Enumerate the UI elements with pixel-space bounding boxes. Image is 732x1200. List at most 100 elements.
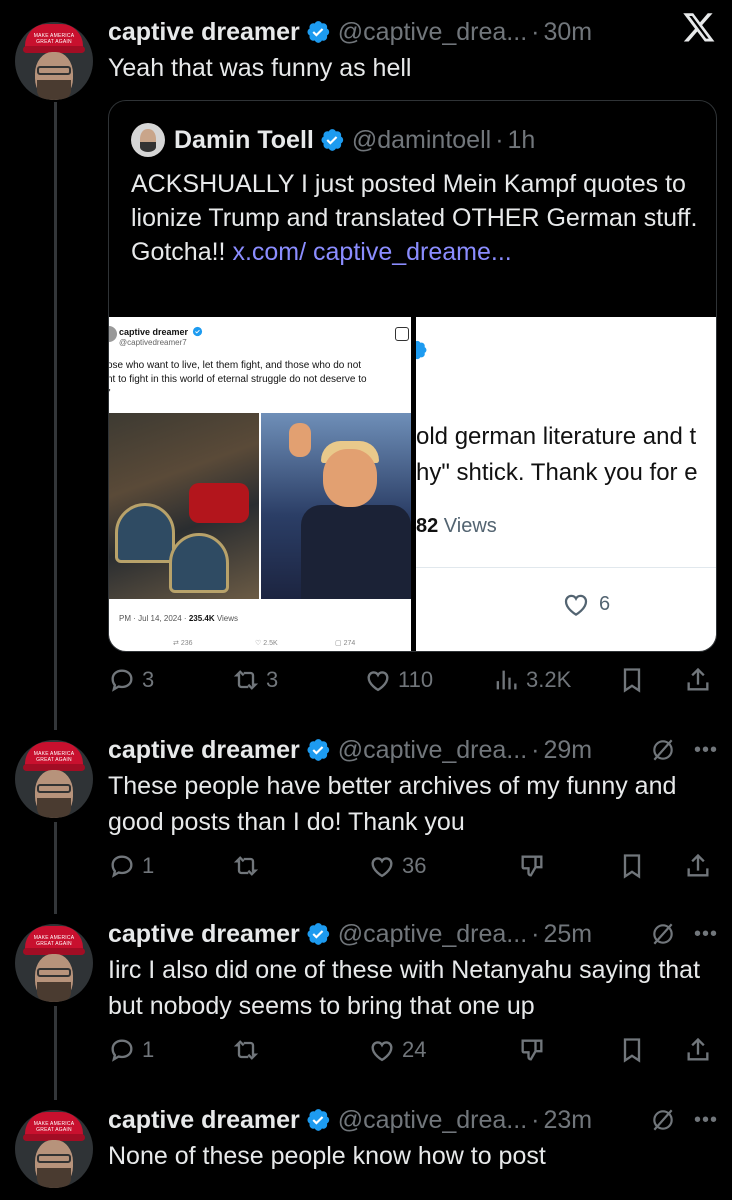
author-handle[interactable]: @captive_drea... (338, 920, 527, 949)
tweet-header: captive dreamer @captive_drea... · 29m •… (108, 735, 718, 765)
embedded-right-like: 6 (561, 589, 610, 619)
avatar[interactable]: MAKE AMERICA GREAT AGAIN (15, 740, 93, 818)
reply-count: 3 (142, 667, 155, 692)
photo-rally (261, 413, 411, 599)
downvote-button[interactable] (518, 850, 546, 882)
embedded-right-views-count: 82 (416, 515, 439, 537)
repost-count: 3 (266, 667, 279, 692)
timestamp[interactable]: 29m (543, 736, 592, 765)
quoted-tweet[interactable]: Damin Toell @damintoell · 1h ACKSHUALLY … (108, 100, 717, 652)
share-icon (687, 853, 709, 877)
tweet: captive dreamer @captive_drea... · 23m •… (108, 1104, 718, 1174)
views-button[interactable]: 3.2K (492, 664, 571, 696)
embedded-meta: PM · Jul 14, 2024 · 235.4K Views (119, 614, 238, 623)
tweet-text: None of these people know how to post (108, 1142, 546, 1170)
more-icon[interactable]: ••• (694, 739, 718, 762)
embedded-meta-time: PM · Jul 14, 2024 · (119, 614, 189, 623)
like-count: 110 (398, 667, 434, 692)
action-bar: 1 36 (108, 850, 718, 882)
downvote-button[interactable] (518, 1034, 546, 1066)
divider (416, 567, 716, 568)
author-name[interactable]: captive dreamer (108, 736, 300, 765)
embedded-stat-reposts-value: 236 (180, 640, 193, 647)
embedded-quote-line: " (109, 387, 411, 401)
verified-icon (307, 1109, 329, 1131)
share-icon (687, 667, 709, 691)
share-button[interactable] (684, 1034, 712, 1066)
like-button[interactable]: 110 (364, 664, 433, 696)
more-icon[interactable]: ••• (694, 1109, 718, 1132)
action-bar: 3 3 110 3.2K (108, 664, 718, 696)
repost-button[interactable]: 3 (232, 664, 278, 696)
embedded-stat-likes-value: 2.5K (263, 640, 278, 647)
author-name[interactable]: captive dreamer (108, 920, 300, 949)
share-button[interactable] (684, 850, 712, 882)
author-handle[interactable]: @captive_drea... (338, 736, 527, 765)
photo-chamber (109, 413, 259, 599)
like-count: 24 (402, 1037, 427, 1062)
grok-icon (395, 327, 409, 341)
views-count: 3.2K (526, 667, 572, 692)
reply-button[interactable]: 1 (108, 1034, 154, 1066)
tweet: captive dreamer @captive_drea... · 25m •… (108, 918, 718, 1024)
x-logo-icon[interactable] (682, 10, 716, 44)
like-icon (367, 671, 389, 692)
embedded-quote-line: nt to fight in this world of eternal str… (109, 374, 367, 385)
grok-icon[interactable] (650, 921, 676, 947)
avatar[interactable]: MAKE AMERICA GREAT AGAIN (15, 1110, 93, 1188)
author-name[interactable]: captive dreamer (108, 1106, 300, 1135)
embedded-author-handle: @captivedreamer7 (119, 338, 187, 347)
like-button[interactable]: 36 (368, 850, 426, 882)
quoted-text: ACKSHUALLY I just posted Mein Kampf quot… (131, 167, 716, 269)
verified-icon (416, 340, 427, 360)
timestamp[interactable]: 30m (543, 18, 592, 47)
embedded-screenshot-left[interactable]: captive dreamer @captivedreamer7 ose who… (109, 317, 411, 651)
reply-button[interactable]: 1 (108, 850, 154, 882)
bookmark-button[interactable] (618, 1034, 646, 1066)
author-name[interactable]: captive dreamer (108, 18, 300, 47)
quoted-media[interactable]: captive dreamer @captivedreamer7 ose who… (109, 317, 716, 651)
share-icon (687, 1037, 709, 1061)
downvote-icon (521, 855, 543, 877)
verified-icon (307, 923, 329, 945)
reply-icon (111, 855, 133, 878)
quoted-header: Damin Toell @damintoell · 1h (131, 123, 535, 157)
verified-icon (192, 326, 203, 337)
embedded-right-like-count: 6 (599, 592, 611, 615)
repost-button[interactable] (232, 850, 260, 882)
embedded-meta-views: 235.4K (188, 614, 215, 623)
like-button[interactable]: 24 (368, 1034, 426, 1066)
tweet-header: captive dreamer @captive_drea... · 25m •… (108, 919, 718, 949)
downvote-icon (521, 1039, 543, 1061)
embedded-right-views-label: Views (438, 515, 497, 537)
reply-button[interactable]: 3 (108, 664, 154, 696)
tweet: captive dreamer @captive_drea... · 30m Y… (108, 16, 662, 86)
tweet-header: captive dreamer @captive_drea... · 30m (108, 17, 593, 47)
bookmark-icon (623, 668, 641, 693)
avatar[interactable]: MAKE AMERICA GREAT AGAIN (15, 924, 93, 1002)
like-icon (371, 857, 393, 878)
bookmark-button[interactable] (618, 850, 646, 882)
author-handle[interactable]: @captive_drea... (338, 18, 527, 47)
verified-icon (307, 21, 329, 43)
timestamp[interactable]: 25m (543, 920, 592, 949)
embedded-meta-label: Views (214, 614, 239, 623)
embedded-screenshot-right[interactable]: old german literature and t hy" shtick. … (416, 317, 716, 651)
embedded-stat-bookmarks-value: 274 (343, 640, 356, 647)
share-button[interactable] (684, 664, 712, 696)
verified-icon (307, 739, 329, 761)
grok-icon[interactable] (650, 737, 676, 763)
repost-icon (233, 1040, 259, 1060)
embedded-stat-bookmarks: ▢ 274 (335, 640, 356, 647)
timestamp[interactable]: 23m (543, 1106, 592, 1135)
tweet-text: Iirc I also did one of these with Netany… (108, 956, 701, 1020)
avatar[interactable]: MAKE AMERICA GREAT AGAIN (15, 22, 93, 100)
embedded-right-text: hy" shtick. Thank you for e (416, 459, 698, 486)
repost-button[interactable] (232, 1034, 260, 1066)
author-handle[interactable]: @captive_drea... (338, 1106, 527, 1135)
bookmark-button[interactable] (618, 664, 646, 696)
more-icon[interactable]: ••• (694, 923, 718, 946)
grok-icon[interactable] (650, 1107, 676, 1133)
quoted-link[interactable]: x.com/ captive_dreame... (232, 238, 511, 266)
tweet-text: Yeah that was funny as hell (108, 54, 412, 82)
